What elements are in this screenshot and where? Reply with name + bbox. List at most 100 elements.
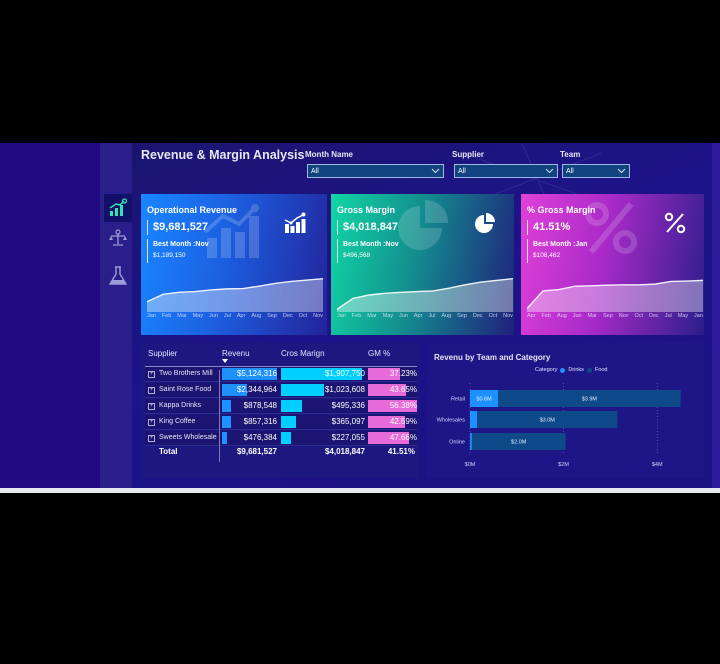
kpi-card-gross-margin[interactable]: Gross Margin $4,018,847 Best Month :Nov … <box>331 194 514 335</box>
month-tick-label: Dec <box>282 313 293 319</box>
month-tick-label: Oct <box>634 313 644 319</box>
page-title: Revenue & Margin Analysis <box>141 148 305 162</box>
nav-button-revenue[interactable] <box>104 194 132 222</box>
nav-button-analysis[interactable] <box>104 262 132 290</box>
card-title: % Gross Margin <box>527 205 596 215</box>
revenue-by-team-chart: Revenu by Team and Category Category Dri… <box>427 343 704 478</box>
month-tick-label: Dec <box>472 313 483 319</box>
total-revenue: $9,681,527 <box>236 447 277 456</box>
pie-chart-watermark-icon <box>398 199 449 250</box>
gm-percent-cell: 43.65% <box>368 384 417 396</box>
gross-margin-bar <box>281 416 297 428</box>
month-name-dropdown[interactable]: All <box>307 164 444 178</box>
supplier-name: Saint Rose Food <box>159 386 212 393</box>
table-row[interactable]: + Saint Rose Food $2,344,964 $1,023,608 43.6… <box>145 383 417 398</box>
month-tick-label: May <box>382 313 394 319</box>
table-row[interactable]: + Two Brothers Mill $5,124,316 $1,907,750 37… <box>145 367 417 382</box>
kpi-value: $4,018,847 <box>337 220 398 235</box>
expand-icon[interactable]: + <box>148 387 155 394</box>
x-tick-label: $0M <box>465 462 476 468</box>
revenue-value: $5,124,316 <box>236 369 277 378</box>
table-row[interactable]: + King Coffee $857,316 $365,097 42.59% <box>145 415 417 430</box>
revenue-cell: $2,344,964 <box>222 384 277 396</box>
bar-chart-trend-icon <box>284 212 306 233</box>
kpi-card-gross-margin-percent[interactable]: % Gross Margin 41.51% Best Month :Jan $1… <box>521 194 704 335</box>
column-header-supplier[interactable]: Supplier <box>148 349 177 358</box>
table-row[interactable]: + Sweets Wholesale $476,384 $227,055 47.66% <box>145 431 417 446</box>
expand-icon[interactable]: + <box>148 435 155 442</box>
month-name-value: All <box>311 167 319 175</box>
month-tick-label: Apr <box>413 313 423 319</box>
gm-percent-value: 56.38% <box>389 401 417 410</box>
month-tick-label: May <box>677 313 689 319</box>
expand-icon[interactable]: + <box>148 419 155 426</box>
month-tick-label: Jul <box>664 313 672 319</box>
screen: Revenue & Margin Analysis Month Name All… <box>0 0 720 664</box>
column-header-gm-percent[interactable]: GM % <box>368 349 390 358</box>
revenue-bar <box>222 432 228 444</box>
expand-icon[interactable]: + <box>148 403 155 410</box>
month-tick-label: Nov <box>618 313 629 319</box>
bar-chart-plot: $0M $2M $4M Retail $0.6M $3.9M Wholesales $3.0M… <box>437 383 681 468</box>
month-tick-label: Sep <box>267 313 277 319</box>
bar-drinks-wholesales[interactable] <box>470 411 478 428</box>
nav-button-margin[interactable] <box>104 224 132 252</box>
month-tick-label: Feb <box>351 313 362 319</box>
card-title: Gross Margin <box>337 205 396 215</box>
column-header-gross-margin[interactable]: Cros Marign <box>281 349 325 358</box>
month-tick-label: Jan <box>147 313 156 319</box>
bar-drinks-online[interactable] <box>470 433 472 450</box>
month-tick-label: Jul <box>428 313 436 319</box>
expand-icon[interactable]: + <box>148 371 155 378</box>
month-tick-label: Jun <box>399 313 408 319</box>
gm-percent-cell: 37.23% <box>368 368 417 380</box>
supplier-name: King Coffee <box>159 418 196 425</box>
gross-margin-cell: $365,097 <box>281 416 365 428</box>
month-tick-label: Mar <box>367 313 377 319</box>
month-tick-label: Mar <box>177 313 187 319</box>
kpi-card-operational-revenue[interactable]: Operational Revenue $9,681,527 Best Mont… <box>141 194 327 335</box>
gross-margin-bar <box>281 432 291 444</box>
team-value: All <box>566 167 574 175</box>
window-bottom-edge <box>0 488 720 493</box>
column-divider <box>219 370 220 462</box>
revenue-cell: $5,124,316 <box>222 368 277 380</box>
month-tick-label: Mar <box>587 313 598 319</box>
sparkline-area <box>147 278 323 312</box>
team-dropdown[interactable]: All <box>562 164 630 178</box>
month-tick-label: Jun <box>572 313 582 319</box>
table-row[interactable]: + Kappa Drinks $878,548 $495,336 56.38% <box>145 399 417 414</box>
gross-margin-value: $227,055 <box>331 433 365 442</box>
best-month-label: Best Month :Nov <box>343 241 399 248</box>
sort-descending-icon <box>222 359 228 363</box>
best-month-block: Best Month :Nov $1,189,150 <box>147 239 209 263</box>
month-tick-label: Apr <box>236 313 246 319</box>
supplier-name: Sweets Wholesale <box>159 434 217 441</box>
gm-percent-value: 43.65% <box>389 385 417 394</box>
month-tick-label: Jan <box>694 313 703 319</box>
month-tick-label: Jul <box>223 313 231 319</box>
y-category-label: Retail <box>451 397 465 403</box>
month-tick-label: Sep <box>457 313 467 319</box>
gm-percent-value: 47.66% <box>389 433 417 442</box>
best-month-block: Best Month :Jan $108,462 <box>527 239 587 263</box>
total-gross-margin: $4,018,847 <box>324 447 365 456</box>
supplier-dropdown[interactable]: All <box>454 164 558 178</box>
month-axis: Jan Feb Mar May Jun Apr Jul Aug Sep Dec Oct Nov <box>337 313 513 323</box>
column-header-revenue[interactable]: Revenu <box>222 349 250 358</box>
best-month-value: $1,189,150 <box>153 252 186 259</box>
filter-label-team: Team <box>560 150 581 159</box>
gm-percent-cell: 42.59% <box>368 416 417 428</box>
kpi-value: 41.51% <box>527 220 570 235</box>
gross-margin-cell: $495,336 <box>281 400 365 412</box>
card-title: Operational Revenue <box>147 205 238 215</box>
revenue-cell: $878,548 <box>222 400 277 412</box>
month-tick-label: Oct <box>488 313 498 319</box>
gm-percent-value: 42.59% <box>389 417 417 426</box>
bar-data-label: $3.0M <box>540 418 556 424</box>
bar-data-label: $3.9M <box>582 397 598 403</box>
revenue-bar <box>222 400 232 412</box>
gross-margin-value: $1,907,750 <box>324 369 365 378</box>
gross-margin-value: $1,023,608 <box>324 385 365 394</box>
revenue-value: $476,384 <box>243 433 277 442</box>
